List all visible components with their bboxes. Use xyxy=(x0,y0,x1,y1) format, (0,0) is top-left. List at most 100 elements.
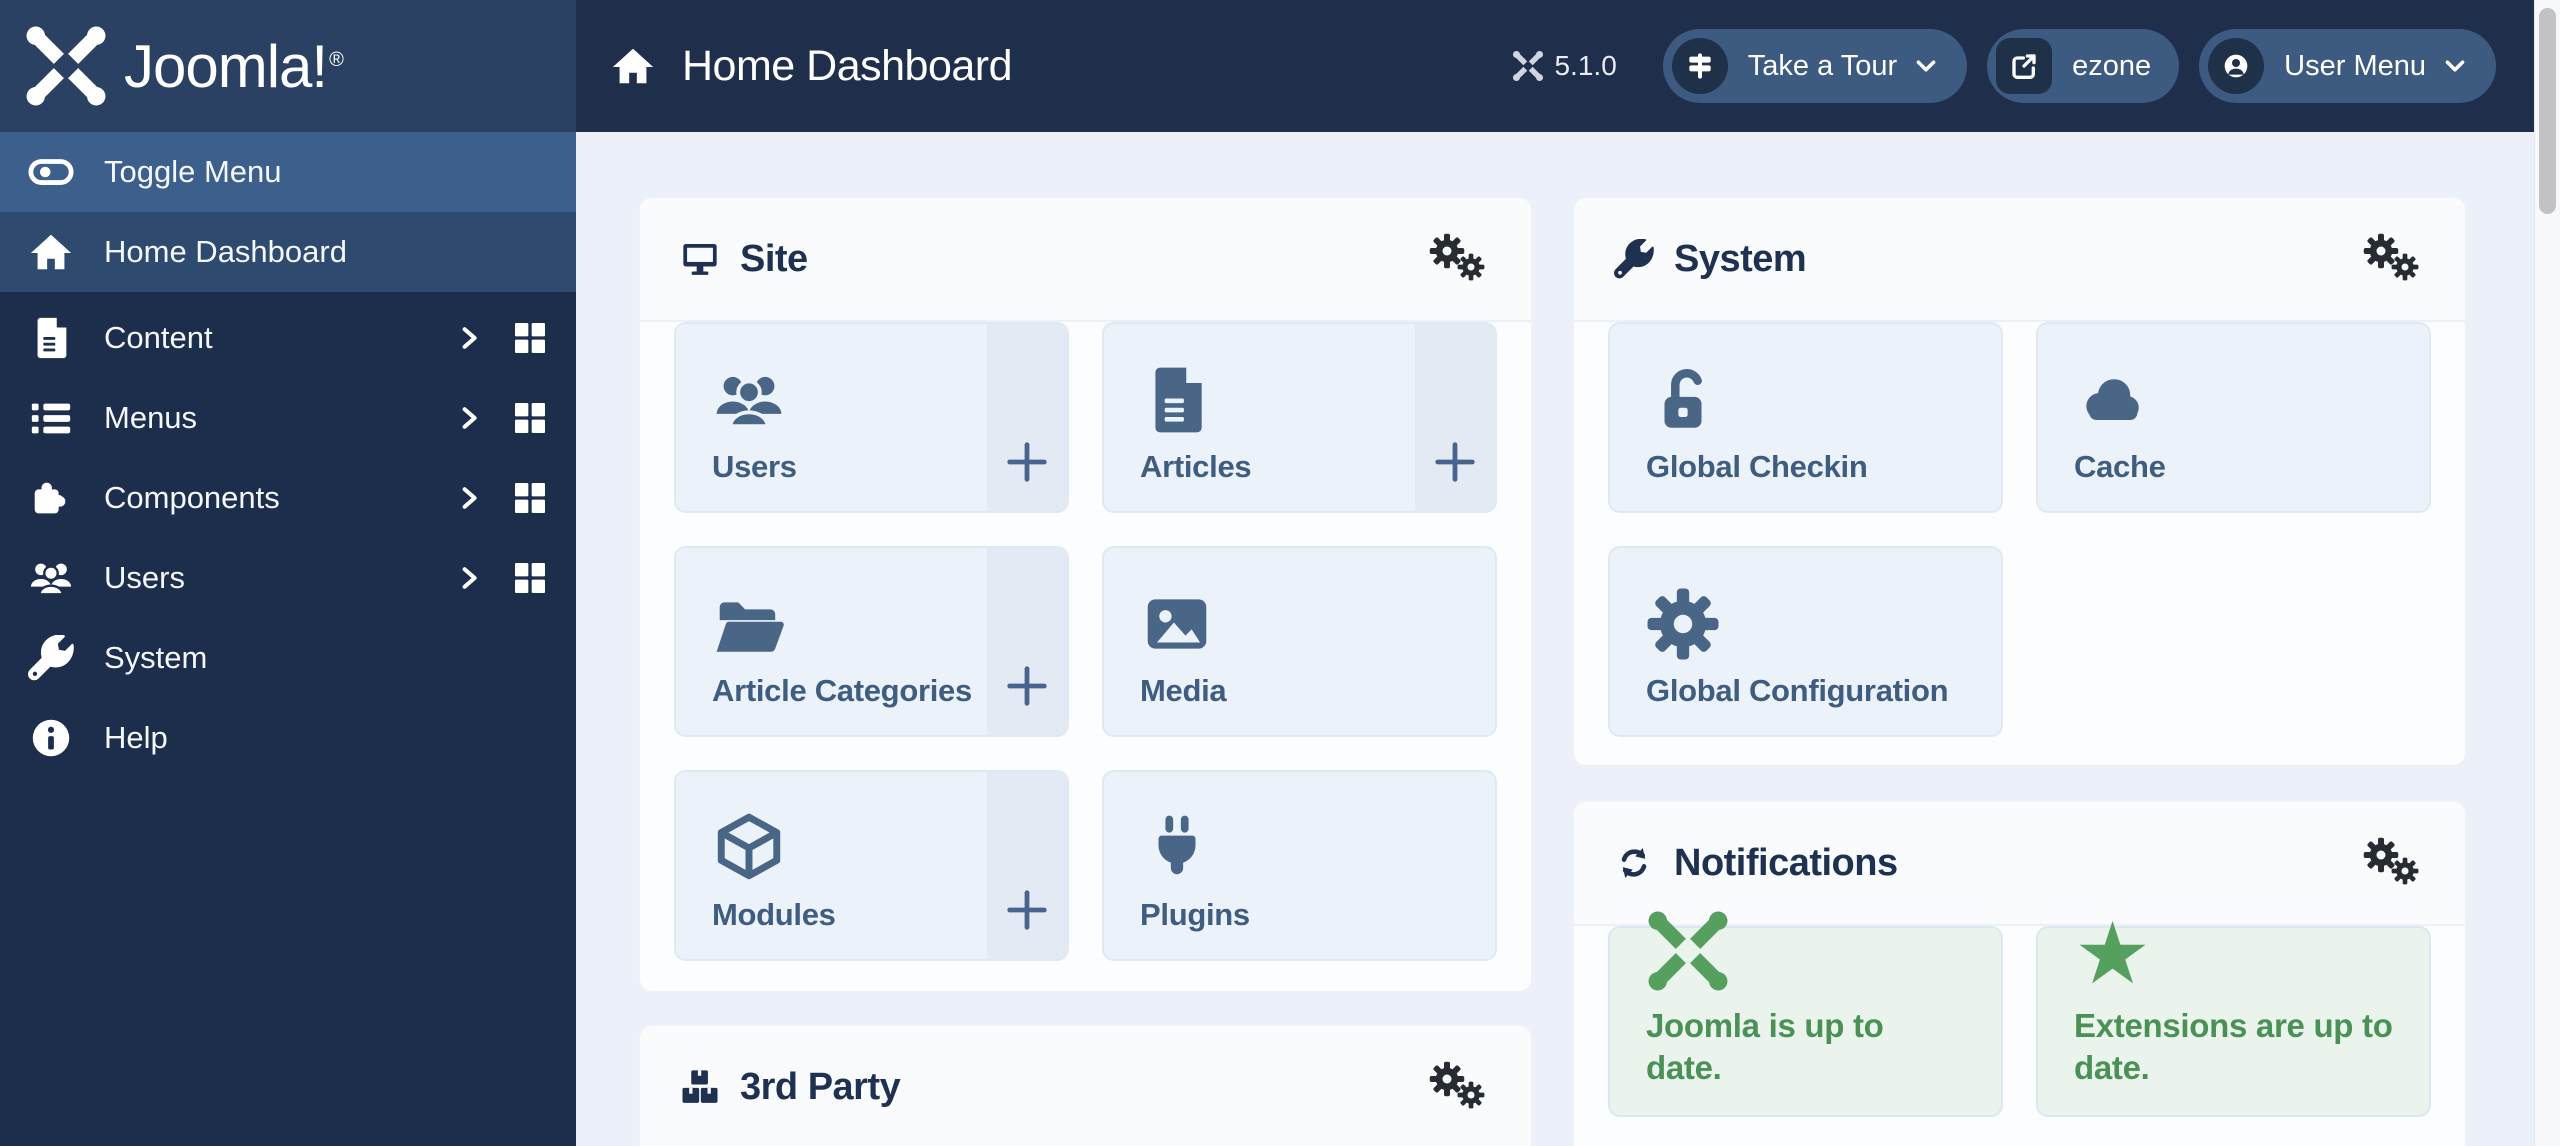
tile-cache[interactable]: Cache xyxy=(2036,322,2431,513)
toggle-menu-label: Toggle Menu xyxy=(104,154,282,189)
users-dashboard-button[interactable] xyxy=(510,558,550,598)
star-icon: ★ xyxy=(2074,904,2152,1004)
users-icon xyxy=(712,363,786,437)
card-settings-button[interactable] xyxy=(2363,233,2425,285)
user-glyph xyxy=(2220,50,2252,82)
sidebar-item-system[interactable]: System xyxy=(0,618,576,698)
puzzle-icon xyxy=(28,475,74,521)
unlock-icon xyxy=(1646,363,1720,437)
add-module-button[interactable] xyxy=(987,772,1067,959)
page-title-text: Home Dashboard xyxy=(682,41,1013,90)
card-site-body: Users Articles Article Categories Media … xyxy=(640,322,1531,991)
gear-icon xyxy=(2391,253,2419,281)
file-icon xyxy=(28,315,74,361)
take-a-tour-button[interactable]: Take a Tour xyxy=(1662,29,1968,103)
tile-label: Article Categories xyxy=(712,673,972,708)
user-circle-icon xyxy=(2208,38,2265,94)
tile-global-checkin[interactable]: Global Checkin xyxy=(1608,322,2003,513)
chevron-right-icon xyxy=(454,563,484,593)
tile-label: Cache xyxy=(2074,449,2166,484)
card-settings-button[interactable] xyxy=(1429,233,1491,285)
sidebar-item-label: Menus xyxy=(104,400,198,435)
site-preview-button[interactable]: ezone xyxy=(1987,29,2180,103)
topbar-actions: 5.1.0 Take a Tour ezone User Menu xyxy=(1512,29,2496,103)
card-settings-button[interactable] xyxy=(1429,1061,1491,1113)
sidebar-item-components[interactable]: Components xyxy=(0,458,576,538)
tile-label: Modules xyxy=(712,897,836,932)
users-icon xyxy=(28,555,74,601)
sidebar-item-content[interactable]: Content xyxy=(0,298,576,378)
tile-label: Articles xyxy=(1140,449,1252,484)
page-title: Home Dashboard xyxy=(610,41,1013,91)
tile-media[interactable]: Media xyxy=(1102,546,1497,737)
card-site: Site Users Articles Article Categories M… xyxy=(638,196,1533,993)
joomla-logo[interactable]: Joomla! ® xyxy=(0,0,576,132)
card-system: System Global Checkin Cache Global Confi… xyxy=(1572,196,2467,767)
card-notifications-header: Notifications xyxy=(1574,802,2465,926)
plus-icon xyxy=(1432,439,1478,485)
chevron-right-icon xyxy=(454,403,484,433)
boxes-icon xyxy=(680,1067,720,1107)
file-icon xyxy=(1140,363,1214,437)
plus-icon xyxy=(1004,887,1050,933)
add-category-button[interactable] xyxy=(987,548,1067,735)
card-notifications-body: Joomla is up to date. ★ Extensions are u… xyxy=(1574,926,2465,1146)
card-system-body: Global Checkin Cache Global Configuratio… xyxy=(1574,322,2465,765)
sidebar-item-help[interactable]: Help xyxy=(0,698,576,778)
sidebar: Joomla! ® Toggle Menu Home Dashboard Con… xyxy=(0,0,576,1146)
user-menu-label: User Menu xyxy=(2284,49,2426,82)
tile-article-categories[interactable]: Article Categories xyxy=(674,546,1069,737)
tile-global-configuration[interactable]: Global Configuration xyxy=(1608,546,2003,737)
card-third-party: 3rd Party xyxy=(638,1024,1533,1146)
sidebar-item-label: Content xyxy=(104,320,213,355)
home-icon xyxy=(610,43,656,89)
card-title: Notifications xyxy=(1674,841,1898,884)
joomla-icon xyxy=(1646,909,1730,993)
tile-label: Plugins xyxy=(1140,897,1250,932)
signpost-icon xyxy=(1671,38,1728,94)
scrollbar-thumb[interactable] xyxy=(2539,8,2556,214)
add-article-button[interactable] xyxy=(1415,324,1495,511)
sidebar-item-users[interactable]: Users xyxy=(0,538,576,618)
folder-open-icon xyxy=(712,587,786,661)
plus-icon xyxy=(1004,439,1050,485)
joomla-icon xyxy=(1512,50,1544,82)
card-title: System xyxy=(1674,237,1807,280)
components-dashboard-button[interactable] xyxy=(510,478,550,518)
grid-icon xyxy=(510,398,550,438)
sidebar-item-home-dashboard[interactable]: Home Dashboard xyxy=(0,212,576,292)
user-menu-button[interactable]: User Menu xyxy=(2199,29,2496,103)
grid-icon xyxy=(510,558,550,598)
dashboard-main: Site Users Articles Article Categories M… xyxy=(576,132,2560,1146)
joomla-admin-dashboard: Joomla! ® Toggle Menu Home Dashboard Con… xyxy=(0,0,2560,1146)
card-site-header: Site xyxy=(640,198,1531,322)
card-settings-button[interactable] xyxy=(2363,837,2425,889)
sidebar-item-label: Home Dashboard xyxy=(104,234,347,269)
tour-label: Take a Tour xyxy=(1747,49,1898,82)
wrench-icon xyxy=(1614,239,1654,279)
card-third-party-header: 3rd Party xyxy=(640,1026,1531,1146)
tile-extensions-update-status[interactable]: ★ Extensions are up to date. xyxy=(2036,911,2431,1117)
status-text: Extensions are up to date. xyxy=(2074,1007,2393,1086)
site-name-label: ezone xyxy=(2072,49,2152,82)
grid-icon xyxy=(510,478,550,518)
add-user-button[interactable] xyxy=(987,324,1067,511)
tile-users[interactable]: Users xyxy=(674,322,1069,513)
tile-joomla-update-status[interactable]: Joomla is up to date. xyxy=(1608,926,2003,1117)
tile-label: Users xyxy=(712,449,797,484)
version-text: 5.1.0 xyxy=(1554,50,1617,81)
scrollbar xyxy=(2534,0,2560,1146)
toggle-menu-button[interactable]: Toggle Menu xyxy=(0,132,576,212)
content-dashboard-button[interactable] xyxy=(510,318,550,358)
tile-modules[interactable]: Modules xyxy=(674,770,1069,961)
tile-articles[interactable]: Articles xyxy=(1102,322,1497,513)
menus-dashboard-button[interactable] xyxy=(510,398,550,438)
chevron-right-icon xyxy=(454,483,484,513)
list-icon xyxy=(28,395,74,441)
cube-icon xyxy=(712,811,786,885)
tile-label: Global Configuration xyxy=(1646,673,1949,708)
tile-plugins[interactable]: Plugins xyxy=(1102,770,1497,961)
registered-mark: ® xyxy=(329,48,344,71)
sidebar-item-menus[interactable]: Menus xyxy=(0,378,576,458)
sidebar-item-label: Components xyxy=(104,480,280,515)
